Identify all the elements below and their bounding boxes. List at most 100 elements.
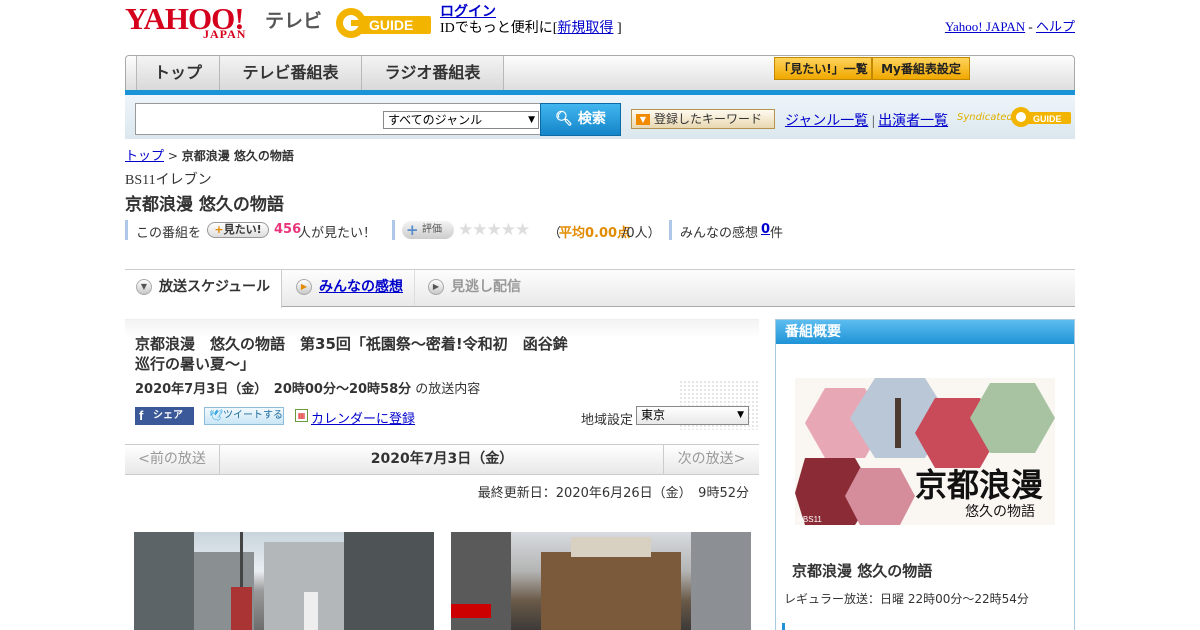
login-link[interactable]: ログイン [440,5,496,20]
registered-keyword-button[interactable]: ▼ 登録したキーワード [631,109,775,129]
kanso-count-link[interactable]: 0 [761,222,770,237]
gguide-logo-text: GUIDE [369,17,413,33]
program-title: 京都浪漫 悠久の物語 [125,195,284,215]
gion-matsuri-street-photo [134,532,434,630]
registered-keyword-label: 登録したキーワード [654,112,763,126]
nav-tab-radio-schedule[interactable]: ラジオ番組表 [362,56,504,90]
nav-tab-top[interactable]: トップ [136,56,220,90]
tab-kanso-label: みんなの感想 [319,279,403,295]
my-schedule-settings-button[interactable]: My番組表設定 [872,57,970,80]
hoko-float-photo [451,532,751,630]
genre-list-link[interactable]: ジャンル一覧 [785,114,868,129]
dropdown-arrow-icon: ▼ [737,410,744,420]
mitai-suffix: 人が見たい！ [298,226,377,241]
facebook-share-button[interactable]: f シェア [135,407,194,425]
tab-minogashi[interactable]: ▶ 見逃し配信 [417,270,557,306]
search-button-label: 検索 [577,111,606,127]
search-links: ジャンル一覧 | 出演者一覧 [785,110,948,130]
program-key-visual: 京都浪漫 悠久の物語 ©BS11 [795,378,1055,525]
calendar-register-link[interactable]: ▦ カレンダーに登録 [295,408,415,427]
episode-title-line2: 巡行の暑い夏～」 [135,355,256,373]
play-arrow-icon: ▶ [296,279,312,295]
program-overview-panel: 番組概要 京都浪漫 悠久の物語 ©BS11 京都浪漫 悠久の物語 レギュラー放送… [775,319,1075,630]
tweet-label: ツイートする [223,410,283,421]
episode-photo [451,532,751,630]
channel-name: BS11イレブン [125,173,212,188]
breadcrumb-current: 京都浪漫 悠久の物語 [181,149,294,163]
mitai-button-label: 見たい! [223,223,262,236]
breadcrumb-sep: > [167,149,178,163]
header-links: Yahoo! JAPAN - ヘルプ [945,16,1075,35]
tab-kanso[interactable]: ▶ みんなの感想 [285,270,415,306]
breadcrumb: トップ > 京都浪漫 悠久の物語 [125,145,294,164]
episode-datetime: 2020年7月3日（金） 20時00分～20時58分 [135,382,412,397]
prev-broadcast-link[interactable]: <前の放送 [125,445,220,474]
search-bar: すべてのジャンル ▼ 🔍︎ 検索 ▼ 登録したキーワード ジャンル一覧 | 出演… [125,95,1075,139]
breadcrumb-top-link[interactable]: トップ [125,148,164,163]
hyouka-button-label: 評価 [422,224,442,235]
gguide-small-logo: GUIDE [1011,107,1071,127]
info-divider-bar [392,220,395,240]
episode-block: 京都浪漫 悠久の物語 第35回「祇園祭～密着!令和初 函谷鉾 巡行の暑い夏～」 … [125,319,759,431]
program-info-row: この番組を +見たい! 456 人が見たい！ + 評価 ★★★★★ （ 平均0.0… [125,220,1075,241]
dropdown-triangle-icon: ▼ [636,114,650,125]
genre-select[interactable]: すべてのジャンル ▼ [383,111,539,129]
key-visual-logo-text: 京都浪漫 [915,466,1043,504]
tweet-button[interactable]: 🕊︎ ツイートする [204,407,284,425]
plus-icon: + [406,221,419,239]
episode-title-line1: 京都浪漫 悠久の物語 第35回「祇園祭～密着!令和初 函谷鉾 [135,335,568,353]
nav-tab-tv-schedule[interactable]: テレビ番組表 [220,56,362,90]
help-link[interactable]: ヘルプ [1036,19,1075,34]
next-broadcast-link[interactable]: 次の放送> [663,445,759,474]
facebook-share-label: シェア [153,410,183,421]
site-header: YAHOO! JAPAN テレビ GUIDE ログイン IDでもっと便利に[新規… [125,0,1075,52]
average-count: /0人） [622,226,661,241]
chevron-down-icon: ▼ [136,279,152,295]
region-select-value: 東京 [641,408,666,422]
gguide-logo[interactable]: GUIDE [335,6,431,40]
regular-broadcast-info: レギュラー放送：日曜 22時00分～22時54分 [784,592,1029,606]
tv-logo-text[interactable]: テレビ [265,6,322,33]
genre-select-value: すべてのジャンル [388,113,483,127]
register-link[interactable]: 新規取得 [557,21,613,36]
episode-date-suffix: の放送内容 [415,382,481,397]
average-score: 平均0.00点 [559,226,631,241]
episode-title: 京都浪漫 悠久の物語 第35回「祇園祭～密着!令和初 函谷鉾 巡行の暑い夏～」 [135,334,605,374]
region-select[interactable]: 東京 ▼ [636,406,749,425]
syndicated-text: Syndicated [957,112,1013,123]
rating-stars: ★★★★★ [458,220,530,240]
main-nav: トップ テレビ番組表 ラジオ番組表 「見たい!」一覧 My番組表設定 [125,55,1075,91]
yahoo-japan-logo-text: JAPAN [203,27,247,41]
mitai-button[interactable]: +見たい! [207,222,269,238]
search-links-divider: | [871,114,875,129]
performer-list-link[interactable]: 出演者一覧 [878,114,948,129]
key-visual-credit: ©BS11 [797,515,822,524]
login-box: ログイン IDでもっと便利に[新規取得 ] [440,5,622,37]
mitai-list-button[interactable]: 「見たい!」一覧 [774,57,872,80]
login-close-bracket: ] [616,21,622,36]
key-visual-subtitle: 悠久の物語 [965,504,1035,520]
episode-photo [134,532,434,630]
login-text: IDでもっと便利に[ [440,21,558,36]
current-broadcast-date: 2020年7月3日（金） [370,451,514,467]
syndicated-gguide-badge: Syndicated GUIDE [957,105,1071,129]
last-updated: 最終更新日：2020年6月26日（金） 9時52分 [477,486,749,501]
kyoto-roman-key-visual: 京都浪漫 悠久の物語 ©BS11 [795,378,1055,525]
calendar-icon: ▦ [295,409,308,422]
tab-minogashi-label: 見逃し配信 [451,279,521,295]
program-overview-header: 番組概要 [776,320,1074,344]
tab-schedule[interactable]: ▼ 放送スケジュール [125,270,282,308]
search-button[interactable]: 🔍︎ 検索 [540,103,621,136]
facebook-icon: f [139,408,144,423]
sidebar-program-title: 京都浪漫 悠久の物語 [792,562,933,580]
gguide-small-logo-text: GUIDE [1033,114,1062,124]
kono-bangumi-label: この番組を [136,226,202,241]
hyouka-button[interactable]: + 評価 [402,221,454,239]
plus-icon: + [214,223,224,236]
kanso-suffix: 件 [770,226,784,241]
dropdown-arrow-icon: ▼ [528,115,535,125]
info-divider-bar [669,220,672,240]
episode-date: 2020年7月3日（金） 20時00分～20時58分 の放送内容 [135,378,480,397]
header-separator: - [1028,19,1033,34]
yahoo-japan-link[interactable]: Yahoo! JAPAN [945,19,1025,34]
